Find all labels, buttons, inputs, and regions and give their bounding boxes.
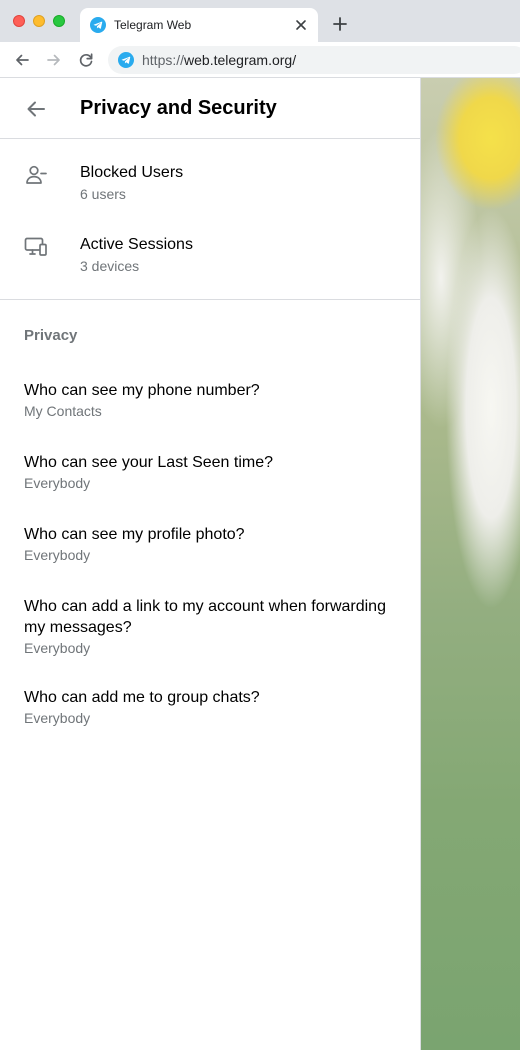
section-divider [0,299,420,300]
browser-tab-bar: Telegram Web [0,0,520,42]
privacy-item-value: Everybody [24,547,91,563]
back-arrow-icon[interactable] [24,97,48,121]
page-title: Privacy and Security [80,97,277,119]
block-user-icon [26,165,47,184]
privacy-item-forwarding-link[interactable]: Who can add a link to my account when fo… [24,596,404,658]
browser-forward-icon[interactable] [44,50,64,70]
close-window-button[interactable] [13,15,25,27]
row-title: Active Sessions [80,236,193,253]
section-title-privacy: Privacy [24,327,78,344]
minimize-window-button[interactable] [33,15,45,27]
privacy-item-last-seen[interactable]: Who can see your Last Seen time? Everybo… [24,452,404,493]
row-subtitle: 6 users [80,186,126,202]
privacy-item-title: Who can add me to group chats? [24,689,260,706]
telegram-icon [118,52,134,68]
privacy-item-title: Who can see my profile photo? [24,526,245,543]
privacy-item-phone-number[interactable]: Who can see my phone number? My Contacts [24,380,404,421]
privacy-item-profile-photo[interactable]: Who can see my profile photo? Everybody [24,524,404,565]
reload-icon[interactable] [76,50,96,70]
devices-icon [24,237,47,256]
browser-toolbar: https://web.telegram.org/ [0,42,520,78]
page: Privacy and Security Blocked Users 6 use… [0,78,520,1050]
active-sessions-item[interactable]: Active Sessions 3 devices [0,211,420,283]
close-tab-icon[interactable] [292,16,310,34]
chat-background-image [421,78,520,1050]
address-bar[interactable]: https://web.telegram.org/ [108,46,520,74]
browser-tab[interactable]: Telegram Web [80,8,318,42]
url-text: https://web.telegram.org/ [142,52,296,68]
settings-sidebar: Privacy and Security Blocked Users 6 use… [0,78,420,1050]
row-title: Blocked Users [80,164,184,181]
privacy-item-group-chats[interactable]: Who can add me to group chats? Everybody [24,687,404,728]
url-scheme: https:// [142,52,185,68]
privacy-item-value: Everybody [24,640,91,656]
blocked-users-item[interactable]: Blocked Users 6 users [0,139,420,211]
privacy-item-title: Who can see my phone number? [24,382,260,399]
maximize-window-button[interactable] [53,15,65,27]
privacy-item-title: Who can see your Last Seen time? [24,454,274,471]
row-subtitle: 3 devices [80,258,140,274]
privacy-item-title: Who can add a link to my account when fo… [24,598,386,636]
privacy-item-value: My Contacts [24,403,102,419]
privacy-item-value: Everybody [24,710,91,726]
browser-back-icon[interactable] [12,50,32,70]
sidebar-header: Privacy and Security [0,78,420,139]
telegram-icon [90,17,106,33]
tab-title: Telegram Web [114,18,192,32]
url-host: web.telegram.org/ [184,52,297,68]
privacy-item-value: Everybody [24,475,91,491]
new-tab-icon[interactable] [330,14,350,34]
